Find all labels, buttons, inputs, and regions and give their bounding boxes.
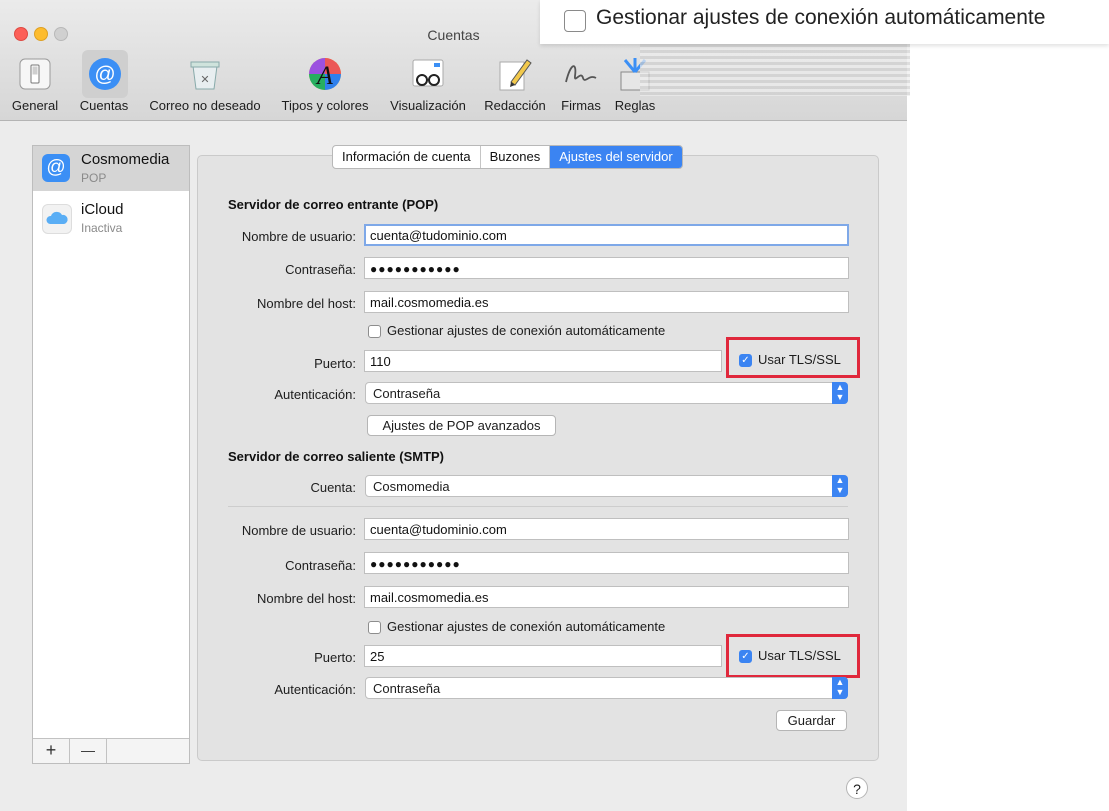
signature-icon	[565, 65, 597, 83]
incoming-auth-label: Autenticación:	[274, 387, 356, 402]
toolbar-label-redaccion: Redacción	[484, 98, 546, 113]
pencil-icon	[499, 59, 532, 91]
incoming-tls-checkbox[interactable]: ✓	[739, 354, 752, 367]
incoming-auth-select[interactable]: Contraseña ▲ ▼	[365, 382, 848, 404]
outgoing-auto-checkbox[interactable]	[368, 621, 381, 634]
fonts-colors-icon: A	[309, 58, 341, 90]
toolbar-label-visualizacion: Visualización	[390, 98, 466, 113]
outgoing-password-label: Contraseña:	[285, 558, 356, 573]
chevron-updown-icon: ▲ ▼	[832, 382, 848, 404]
account-item-icloud[interactable]: iCloud Inactiva	[33, 196, 189, 241]
outgoing-port-label: Puerto:	[314, 650, 356, 665]
zoom-shadow-strip	[640, 44, 910, 96]
cloud-icon	[42, 204, 72, 234]
outgoing-auth-select[interactable]: Contraseña ▲ ▼	[365, 677, 848, 699]
outgoing-account-value: Cosmomedia	[373, 479, 450, 494]
preferences-window: Cuentas General @ Cuentas ✕ Correo no de…	[0, 0, 907, 811]
switch-icon	[19, 58, 51, 90]
outgoing-host-field[interactable]: mail.cosmomedia.es	[364, 586, 849, 608]
chevron-updown-icon: ▲ ▼	[832, 475, 848, 497]
zoomed-auto-checkbox[interactable]	[564, 10, 586, 32]
at-icon: @	[89, 58, 121, 90]
accounts-sidebar: @ Cosmomedia POP iCloud Inactiva + —	[32, 145, 190, 764]
outgoing-account-label: Cuenta:	[310, 480, 356, 495]
outgoing-user-label: Nombre de usuario:	[241, 523, 356, 538]
outgoing-password-field[interactable]: ●●●●●●●●●●●	[364, 552, 849, 574]
account-name: iCloud	[81, 201, 124, 218]
svg-text:@: @	[94, 63, 115, 86]
tab-informacion-cuenta[interactable]: Información de cuenta	[333, 146, 481, 168]
incoming-auto-label: Gestionar ajustes de conexión automática…	[387, 323, 666, 338]
toolbar-label-general: General	[11, 98, 59, 113]
outgoing-tls-label: Usar TLS/SSL	[758, 648, 841, 663]
outgoing-auto-label: Gestionar ajustes de conexión automática…	[387, 619, 666, 634]
incoming-user-label: Nombre de usuario:	[241, 229, 356, 244]
toolbar-label-reglas: Reglas	[614, 98, 656, 113]
toolbar-label-cuentas: Cuentas	[79, 98, 129, 113]
incoming-port-field[interactable]: 110	[364, 350, 722, 372]
tab-ajustes-servidor[interactable]: Ajustes del servidor	[550, 146, 682, 168]
svg-text:✕: ✕	[200, 74, 209, 86]
incoming-tls-label: Usar TLS/SSL	[758, 352, 841, 367]
zoomed-callout: Gestionar ajustes de conexión automática…	[540, 0, 1109, 44]
outgoing-port-field[interactable]: 25	[364, 645, 722, 667]
glasses-icon	[412, 59, 444, 87]
incoming-section-title: Servidor de correo entrante (POP)	[228, 197, 439, 212]
incoming-host-field[interactable]: mail.cosmomedia.es	[364, 291, 849, 313]
incoming-port-label: Puerto:	[314, 356, 356, 371]
incoming-auth-value: Contraseña	[373, 386, 441, 401]
svg-text:A: A	[315, 61, 333, 90]
advanced-pop-button[interactable]: Ajustes de POP avanzados	[367, 415, 556, 436]
account-type: POP	[81, 171, 107, 185]
account-item-cosmomedia[interactable]: @ Cosmomedia POP	[33, 146, 189, 191]
outgoing-section-title: Servidor de correo saliente (SMTP)	[228, 449, 445, 464]
outgoing-auth-value: Contraseña	[373, 681, 441, 696]
help-button[interactable]: ?	[846, 777, 868, 799]
outgoing-host-label: Nombre del host:	[257, 591, 356, 606]
sidebar-footer: + —	[33, 738, 189, 763]
remove-account-button[interactable]: —	[70, 739, 107, 763]
toolbar-label-correo: Correo no deseado	[149, 98, 261, 113]
incoming-password-label: Contraseña:	[285, 262, 356, 277]
zoomed-auto-label: Gestionar ajustes de conexión automática…	[596, 6, 1046, 29]
tab-buzones[interactable]: Buzones	[481, 146, 551, 168]
outgoing-account-select[interactable]: Cosmomedia ▲ ▼	[365, 475, 848, 497]
section-divider	[228, 506, 848, 507]
toolbar-label-tipos: Tipos y colores	[281, 98, 369, 113]
chevron-updown-icon: ▲ ▼	[832, 677, 848, 699]
incoming-auto-checkbox[interactable]	[368, 325, 381, 338]
toolbar-label-firmas: Firmas	[561, 98, 601, 113]
account-type: Inactiva	[81, 221, 123, 235]
add-account-button[interactable]: +	[33, 739, 70, 763]
incoming-password-field[interactable]: ●●●●●●●●●●●	[364, 257, 849, 279]
tab-bar: Información de cuenta Buzones Ajustes de…	[332, 145, 683, 169]
account-name: Cosmomedia	[81, 151, 170, 168]
outgoing-tls-checkbox[interactable]: ✓	[739, 650, 752, 663]
save-button[interactable]: Guardar	[776, 710, 847, 731]
incoming-host-label: Nombre del host:	[257, 296, 356, 311]
junk-mail-icon: ✕	[190, 61, 220, 90]
outgoing-username-field[interactable]: cuenta@tudominio.com	[364, 518, 849, 540]
incoming-username-field[interactable]: cuenta@tudominio.com	[364, 224, 849, 246]
outgoing-auth-label: Autenticación:	[274, 682, 356, 697]
at-icon: @	[42, 154, 70, 182]
